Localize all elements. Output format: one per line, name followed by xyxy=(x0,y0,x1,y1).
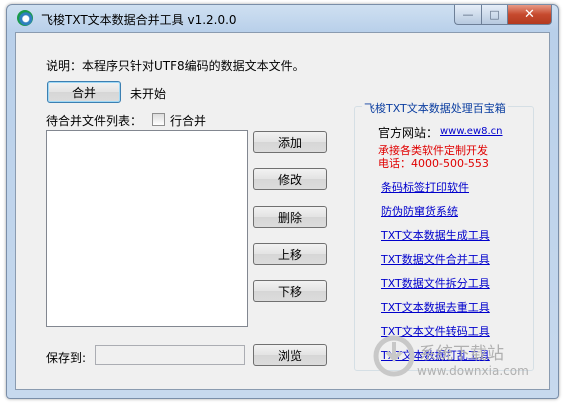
move-down-button[interactable]: 下移 xyxy=(253,280,327,302)
close-button[interactable]: ✕ xyxy=(507,5,552,25)
window-title: 飞梭TXT文本数据合并工具 v1.2.0.0 xyxy=(41,13,237,27)
link-barcode-label-printing[interactable]: 条码标签打印软件 xyxy=(381,179,469,195)
modify-button[interactable]: 修改 xyxy=(253,168,327,190)
client-area: 说明：本程序只针对UTF8编码的数据文本文件。 合并 未开始 待合并文件列表： … xyxy=(15,32,550,390)
minimize-button[interactable]: — xyxy=(454,5,481,25)
app-logo-icon xyxy=(17,10,33,26)
website-label: 官方网站： xyxy=(378,126,439,140)
add-button[interactable]: 添加 xyxy=(253,131,327,153)
watermark-text: 系统下载站 xyxy=(419,344,504,364)
phone-text: 电话：4000-500-553 xyxy=(378,157,489,170)
save-path-field[interactable] xyxy=(95,345,245,365)
move-up-button[interactable]: 上移 xyxy=(253,243,327,265)
status-text: 未开始 xyxy=(130,87,167,101)
caption-buttons: — □ ✕ xyxy=(454,5,552,25)
watermark-logo-icon xyxy=(373,335,415,377)
title-bar[interactable]: 飞梭TXT文本数据合并工具 v1.2.0.0 — □ ✕ xyxy=(7,5,558,31)
maximize-button[interactable]: □ xyxy=(481,5,507,25)
file-list[interactable] xyxy=(46,130,248,327)
link-txt-file-merger[interactable]: TXT数据文件合并工具 xyxy=(381,251,490,267)
save-label: 保存到: xyxy=(46,351,87,365)
link-anti-counterfeit-system[interactable]: 防伪防窜货系统 xyxy=(381,203,458,219)
watermark-url: www.downxia.com xyxy=(417,364,529,378)
app-window: 飞梭TXT文本数据合并工具 v1.2.0.0 — □ ✕ 说明：本程序只针对UT… xyxy=(6,4,559,399)
link-txt-data-generator[interactable]: TXT文本数据生成工具 xyxy=(381,227,490,243)
line-merge-label: 行合并 xyxy=(170,114,207,128)
browse-button[interactable]: 浏览 xyxy=(253,344,327,366)
minimize-icon: — xyxy=(462,8,474,21)
link-txt-dedup-tool[interactable]: TXT文本数据去重工具 xyxy=(381,299,490,315)
close-icon: ✕ xyxy=(524,7,535,22)
line-merge-checkbox[interactable] xyxy=(152,113,165,126)
description-text: 说明：本程序只针对UTF8编码的数据文本文件。 xyxy=(46,59,305,73)
website-link[interactable]: www.ew8.cn xyxy=(440,126,503,137)
maximize-icon: □ xyxy=(489,8,500,21)
toolbox-group-title: 飞梭TXT文本数据处理百宝箱 xyxy=(362,100,508,116)
merge-button[interactable]: 合并 xyxy=(47,81,121,103)
file-list-label: 待合并文件列表： xyxy=(46,114,143,128)
link-txt-file-splitter[interactable]: TXT数据文件拆分工具 xyxy=(381,275,490,291)
delete-button[interactable]: 删除 xyxy=(253,206,327,228)
